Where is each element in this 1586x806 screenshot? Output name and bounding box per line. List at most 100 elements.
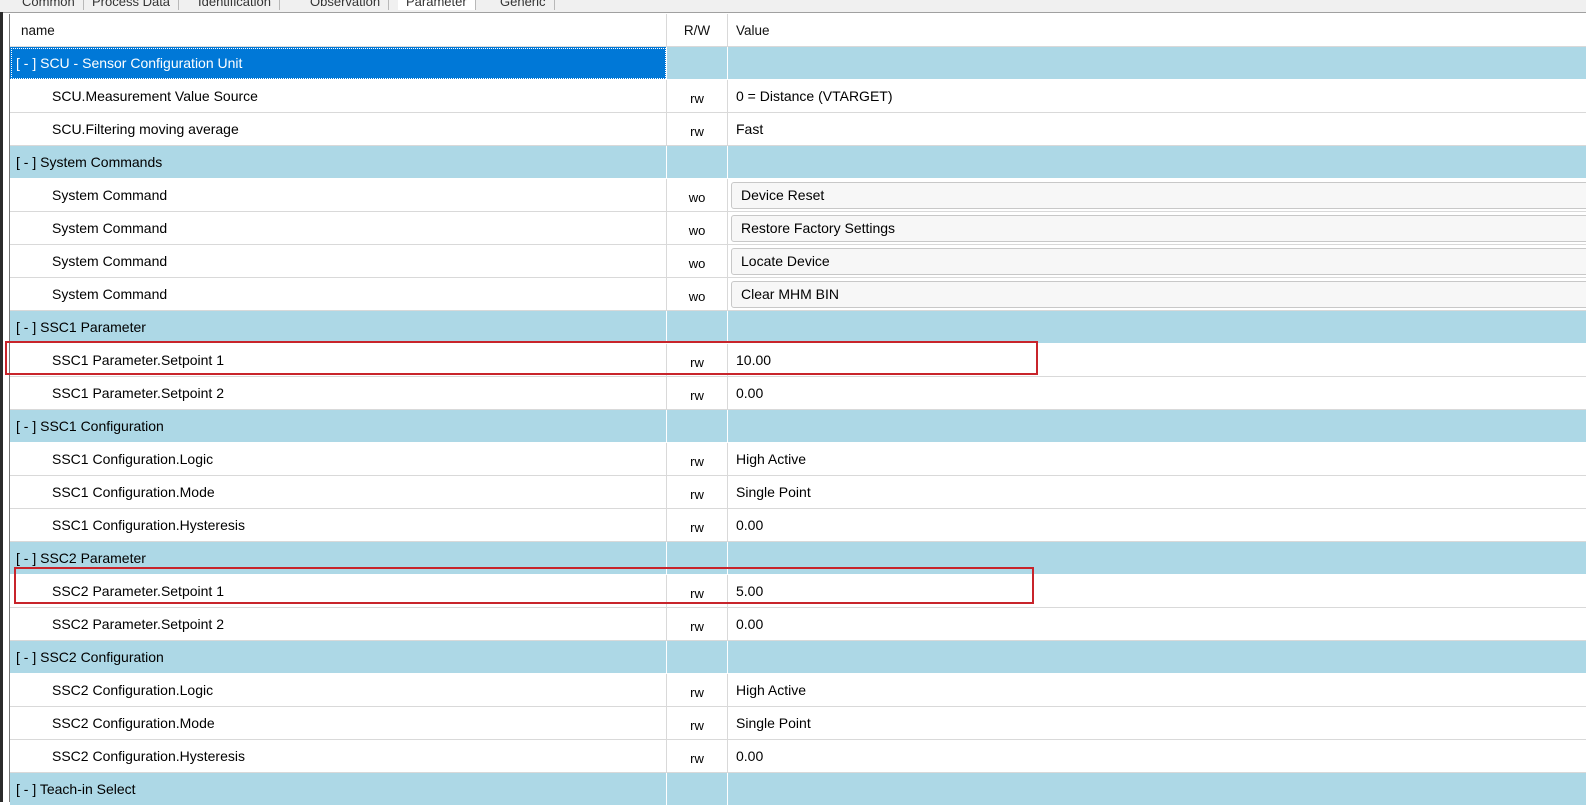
group-row[interactable]: [ - ] SSC2 Configuration xyxy=(10,641,1586,674)
tab-parameter[interactable]: Parameter xyxy=(398,0,476,10)
parameter-access: rw xyxy=(667,509,728,542)
parameter-name: SSC1 Parameter.Setpoint 2 xyxy=(10,377,667,410)
parameter-row[interactable]: SSC1 Configuration.Mode rw Single Point xyxy=(10,476,1586,509)
parameter-name: SSC1 Parameter.Setpoint 1 xyxy=(10,344,667,377)
group-value-cell xyxy=(728,47,1586,80)
group-value-cell xyxy=(728,146,1586,179)
group-label[interactable]: [ - ] SSC2 Parameter xyxy=(10,542,667,575)
parameter-value[interactable]: 0.00 xyxy=(728,608,1586,641)
group-value-cell xyxy=(728,410,1586,443)
group-label[interactable]: [ - ] SSC1 Parameter xyxy=(10,311,667,344)
parameter-row[interactable]: System Command wo Restore Factory Settin… xyxy=(10,212,1586,245)
parameter-row[interactable]: System Command wo Clear MHM BIN xyxy=(10,278,1586,311)
group-row[interactable]: [ - ] Teach-in Select xyxy=(10,773,1586,806)
command-cell: Locate Device xyxy=(728,245,1586,278)
parameter-access: rw xyxy=(667,443,728,476)
group-row[interactable]: [ - ] SCU - Sensor Configuration Unit xyxy=(10,47,1586,80)
parameter-name: SSC2 Parameter.Setpoint 1 xyxy=(10,575,667,608)
command-button[interactable]: Locate Device xyxy=(731,248,1586,275)
group-label[interactable]: [ - ] SSC1 Configuration xyxy=(10,410,667,443)
group-label[interactable]: [ - ] System Commands xyxy=(10,146,667,179)
group-label[interactable]: [ - ] SSC2 Configuration xyxy=(10,641,667,674)
parameter-name: SSC2 Configuration.Hysteresis xyxy=(10,740,667,773)
parameter-access: rw xyxy=(667,608,728,641)
parameter-row[interactable]: SSC2 Parameter.Setpoint 1 rw 5.00 xyxy=(10,575,1586,608)
parameter-grid: name R/W Value [ - ] SCU - Sensor Config… xyxy=(9,14,1586,806)
tab-identification[interactable]: Identification xyxy=(190,0,280,10)
parameter-name: System Command xyxy=(10,179,667,212)
command-cell: Restore Factory Settings xyxy=(728,212,1586,245)
group-row[interactable]: [ - ] SSC1 Parameter xyxy=(10,311,1586,344)
tab-strip: Common Process Data Identification Obser… xyxy=(0,0,1586,13)
tab-observation[interactable]: Observation xyxy=(302,0,390,10)
window-left-border xyxy=(0,12,3,802)
parameter-name: SCU.Filtering moving average xyxy=(10,113,667,146)
parameter-access: rw xyxy=(667,476,728,509)
parameter-value[interactable]: High Active xyxy=(728,443,1586,476)
column-header-rw[interactable]: R/W xyxy=(667,14,728,47)
parameter-name: System Command xyxy=(10,278,667,311)
parameter-row[interactable]: SSC2 Configuration.Mode rw Single Point xyxy=(10,707,1586,740)
parameter-access: rw xyxy=(667,113,728,146)
group-rw-cell xyxy=(667,542,728,575)
parameter-row[interactable]: SSC2 Parameter.Setpoint 2 rw 0.00 xyxy=(10,608,1586,641)
parameter-value[interactable]: Single Point xyxy=(728,476,1586,509)
parameter-access: rw xyxy=(667,674,728,707)
tab-generic[interactable]: Generic xyxy=(492,0,555,10)
column-header-value[interactable]: Value xyxy=(728,14,1586,47)
command-button[interactable]: Device Reset xyxy=(731,182,1586,209)
parameter-row[interactable]: SSC1 Configuration.Hysteresis rw 0.00 xyxy=(10,509,1586,542)
group-value-cell xyxy=(728,641,1586,674)
parameter-name: SSC1 Configuration.Hysteresis xyxy=(10,509,667,542)
parameter-row[interactable]: SSC2 Configuration.Logic rw High Active xyxy=(10,674,1586,707)
parameter-access: rw xyxy=(667,740,728,773)
command-cell: Device Reset xyxy=(728,179,1586,212)
parameter-access: rw xyxy=(667,377,728,410)
parameter-row[interactable]: SSC1 Parameter.Setpoint 1 rw 10.00 xyxy=(10,344,1586,377)
group-rw-cell xyxy=(667,146,728,179)
parameter-access: wo xyxy=(667,278,728,311)
parameter-row[interactable]: SSC1 Configuration.Logic rw High Active xyxy=(10,443,1586,476)
parameter-value[interactable]: 0.00 xyxy=(728,740,1586,773)
parameter-name: SCU.Measurement Value Source xyxy=(10,80,667,113)
parameter-access: rw xyxy=(667,344,728,377)
parameter-value[interactable]: 0.00 xyxy=(728,377,1586,410)
parameter-access: rw xyxy=(667,80,728,113)
parameter-access: rw xyxy=(667,707,728,740)
group-row[interactable]: [ - ] System Commands xyxy=(10,146,1586,179)
group-label[interactable]: [ - ] SCU - Sensor Configuration Unit xyxy=(10,47,667,80)
command-button[interactable]: Clear MHM BIN xyxy=(731,281,1586,308)
group-value-cell xyxy=(728,542,1586,575)
group-value-cell xyxy=(728,311,1586,344)
command-button[interactable]: Restore Factory Settings xyxy=(731,215,1586,242)
group-label[interactable]: [ - ] Teach-in Select xyxy=(10,773,667,806)
parameter-name: SSC2 Configuration.Logic xyxy=(10,674,667,707)
parameter-value[interactable]: Fast xyxy=(728,113,1586,146)
parameter-value[interactable]: High Active xyxy=(728,674,1586,707)
parameter-value[interactable]: 0 = Distance (VTARGET) xyxy=(728,80,1586,113)
parameter-value[interactable]: 10.00 xyxy=(728,344,1586,377)
group-row[interactable]: [ - ] SSC2 Parameter xyxy=(10,542,1586,575)
parameter-row[interactable]: System Command wo Locate Device xyxy=(10,245,1586,278)
parameter-value[interactable]: 0.00 xyxy=(728,509,1586,542)
parameter-row[interactable]: System Command wo Device Reset xyxy=(10,179,1586,212)
column-header-name[interactable]: name xyxy=(10,14,667,47)
parameter-value[interactable]: Single Point xyxy=(728,707,1586,740)
parameter-access: wo xyxy=(667,245,728,278)
parameter-row[interactable]: SSC2 Configuration.Hysteresis rw 0.00 xyxy=(10,740,1586,773)
tab-process-data[interactable]: Process Data xyxy=(84,0,180,10)
parameter-access: rw xyxy=(667,575,728,608)
group-row[interactable]: [ - ] SSC1 Configuration xyxy=(10,410,1586,443)
parameter-name: System Command xyxy=(10,212,667,245)
parameter-name: SSC2 Parameter.Setpoint 2 xyxy=(10,608,667,641)
tab-common[interactable]: Common xyxy=(14,0,84,10)
parameter-row[interactable]: SSC1 Parameter.Setpoint 2 rw 0.00 xyxy=(10,377,1586,410)
parameter-access: wo xyxy=(667,179,728,212)
parameter-name: SSC1 Configuration.Mode xyxy=(10,476,667,509)
group-rw-cell xyxy=(667,641,728,674)
parameter-row[interactable]: SCU.Filtering moving average rw Fast xyxy=(10,113,1586,146)
parameter-row[interactable]: SCU.Measurement Value Source rw 0 = Dist… xyxy=(10,80,1586,113)
group-rw-cell xyxy=(667,773,728,806)
parameter-value[interactable]: 5.00 xyxy=(728,575,1586,608)
group-rw-cell xyxy=(667,410,728,443)
